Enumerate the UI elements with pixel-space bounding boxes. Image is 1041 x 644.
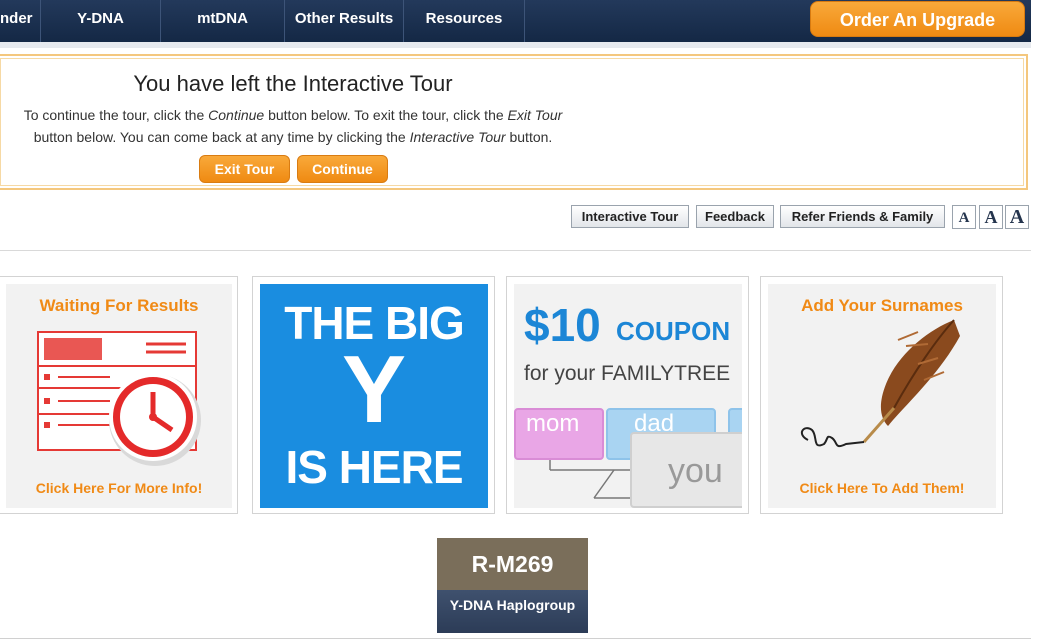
tour-text-interactive-word: Interactive Tour — [409, 129, 506, 145]
section-divider — [0, 250, 1031, 251]
bottom-divider — [0, 638, 1031, 639]
tour-text-part: button below. To exit the tour, click th… — [264, 107, 508, 123]
tour-text-part: button. — [505, 129, 553, 145]
add-surnames-tile[interactable]: Add Your Surnames Click Here To Add Them… — [760, 276, 1003, 514]
big-y-tile[interactable]: THE BIG Y IS HERE — [252, 276, 495, 514]
tile-link[interactable]: Click Here To Add Them! — [768, 480, 996, 496]
big-y-banner: THE BIG Y IS HERE — [260, 284, 488, 508]
nav-item-other-results[interactable]: Other Results — [285, 0, 404, 42]
big-y-line2: Y — [341, 336, 407, 443]
nav-item-mtdna[interactable]: mtDNA — [161, 0, 285, 42]
feedback-button[interactable]: Feedback — [696, 205, 774, 228]
results-clock-icon — [37, 331, 201, 466]
haplogroup-value: R-M269 — [437, 538, 588, 590]
nav-item-cut-off[interactable]: nder — [0, 0, 41, 42]
interactive-tour-button[interactable]: Interactive Tour — [571, 205, 689, 228]
font-size-medium-button[interactable]: A — [979, 205, 1003, 229]
nav-shadow — [0, 42, 1031, 48]
nav-item-y-dna[interactable]: Y-DNA — [41, 0, 161, 42]
big-y-line3: IS HERE — [285, 441, 463, 493]
tile-inner: Waiting For Results Click Here For More … — [6, 284, 232, 508]
continue-button[interactable]: Continue — [297, 155, 388, 183]
haplogroup-badge[interactable]: R-M269 Y-DNA Haplogroup — [437, 538, 588, 633]
tour-text-continue-word: Continue — [208, 107, 265, 123]
tour-text-part: button below. You can come back at any t… — [33, 129, 410, 145]
font-size-large-button[interactable]: A — [1005, 205, 1029, 229]
tour-title: You have left the Interactive Tour — [133, 71, 453, 96]
tile-inner: $10 COUPON for your FAMILYTREE mom dad y… — [514, 284, 742, 508]
tree-lines — [549, 460, 630, 499]
tour-text-exit-word: Exit Tour — [507, 107, 563, 123]
tour-text-part: To continue the tour, click the — [23, 107, 209, 123]
quill-pen-icon — [800, 319, 960, 448]
order-upgrade-button[interactable]: Order An Upgrade — [810, 1, 1025, 37]
exit-tour-button[interactable]: Exit Tour — [199, 155, 290, 183]
tile-link[interactable]: Click Here For More Info! — [6, 480, 232, 496]
tile-inner: Add Your Surnames Click Here To Add Them… — [768, 284, 996, 508]
font-size-small-button[interactable]: A — [952, 205, 976, 229]
nav-item-resources[interactable]: Resources — [404, 0, 525, 42]
haplogroup-label: Y-DNA Haplogroup — [437, 590, 588, 633]
coupon-tile[interactable]: $10 COUPON for your FAMILYTREE mom dad y… — [506, 276, 749, 514]
top-nav-bar: nder Y-DNA mtDNA Other Results Resources… — [0, 0, 1031, 42]
tour-instructions: To continue the tour, click the Continue… — [0, 104, 588, 148]
waiting-for-results-tile[interactable]: Waiting For Results Click Here For More … — [0, 276, 238, 514]
refer-friends-button[interactable]: Refer Friends & Family — [780, 205, 945, 228]
tour-notice-panel: You have left the Interactive Tour To co… — [0, 54, 1028, 190]
